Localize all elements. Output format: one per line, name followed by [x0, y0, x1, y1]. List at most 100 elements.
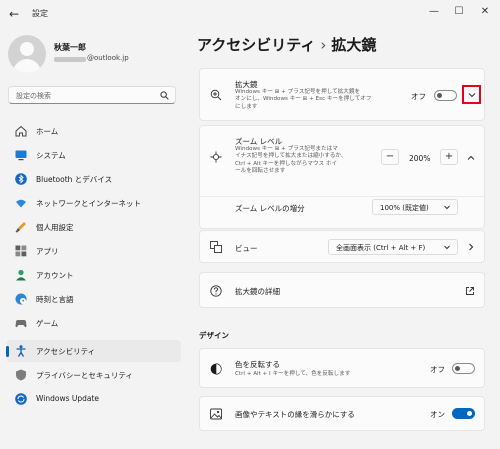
- sidebar-item-label: Bluetooth とデバイス: [36, 175, 113, 184]
- page-title: 拡大鏡: [331, 36, 377, 54]
- magnifier-description: Windows キー ⊞ + プラス記号を押して拡大鏡を オンにし、Window…: [235, 89, 425, 111]
- avatar-body: [13, 59, 41, 73]
- sidebar-item-label: 個人用設定: [36, 223, 74, 232]
- chevron-up-icon[interactable]: [466, 153, 476, 163]
- chevron-right-icon: [469, 243, 474, 251]
- close-button[interactable]: ✕: [476, 4, 494, 20]
- invert-colors-description: Ctrl + Alt + I キーを押して、色を反転します: [235, 371, 351, 377]
- magnifier-state: オフ: [411, 92, 426, 101]
- view-windows-icon: [210, 241, 222, 253]
- chevron-down-icon: [444, 245, 450, 250]
- sidebar-item-windows-update[interactable]: Windows Update: [6, 388, 181, 410]
- zoom-in-icon: [210, 89, 222, 101]
- avatar[interactable]: [8, 35, 46, 73]
- search-icon: [160, 91, 169, 100]
- zoom-in-button[interactable]: +: [440, 149, 458, 165]
- sidebar-item-apps[interactable]: アプリ: [6, 240, 181, 262]
- toggle-knob: [455, 366, 460, 371]
- sidebar-item-label: 時刻と言語: [36, 295, 74, 304]
- sidebar-item-time-language[interactable]: 時刻と言語: [6, 288, 181, 310]
- zoom-increment-dropdown[interactable]: 100% (既定値): [372, 199, 458, 215]
- apps-icon: [15, 245, 27, 257]
- title-bar: ← 設定 — ☐ ✕: [0, 0, 500, 28]
- zoom-out-button[interactable]: −: [381, 149, 399, 165]
- magnifier-details-title: 拡大鏡の詳細: [235, 287, 280, 296]
- external-link-icon: [466, 287, 474, 295]
- sidebar-item-label: Windows Update: [36, 394, 100, 403]
- sidebar-item-home[interactable]: ホーム: [6, 120, 181, 142]
- view-title: ビュー: [235, 244, 258, 253]
- sidebar-item-accessibility[interactable]: アクセシビリティ: [6, 340, 181, 362]
- sidebar-item-gaming[interactable]: ゲーム: [6, 312, 181, 334]
- sidebar-item-network[interactable]: ネットワークとインターネット: [6, 192, 181, 214]
- home-icon: [15, 125, 27, 137]
- zoom-increment-value: 100% (既定値): [380, 204, 429, 212]
- invert-colors-title: 色を反転する: [235, 360, 280, 369]
- zoom-level-card: ズーム レベル Windows キー ⊞ + プラス記号またはマ イナス記号を押…: [199, 125, 485, 229]
- help-icon: [210, 285, 222, 297]
- toggle-knob: [467, 411, 472, 416]
- magnifier-desc-line: にします: [235, 103, 258, 110]
- sidebar-item-privacy[interactable]: プライバシーとセキュリティ: [6, 364, 181, 386]
- accessibility-icon: [16, 345, 26, 357]
- breadcrumb-separator: ›: [320, 36, 327, 54]
- zoom-desc-line: イナス記号を押して拡大または縮小するか、: [235, 153, 347, 160]
- globe-clock-icon: [15, 293, 27, 305]
- chevron-down-icon[interactable]: [467, 90, 477, 100]
- sidebar-item-label: ネットワークとインターネット: [36, 199, 141, 208]
- magnifier-card: 拡大鏡 Windows キー ⊞ + プラス記号を押して拡大鏡を オンにし、Wi…: [199, 68, 485, 121]
- move-icon: [210, 151, 222, 163]
- chevron-down-icon: [444, 205, 450, 210]
- brush-icon: [15, 222, 26, 233]
- sidebar-item-label: ホーム: [36, 127, 59, 136]
- view-card[interactable]: ビュー 全画面表示 (Ctrl + Alt + F): [199, 230, 485, 263]
- zoom-desc-line: ールを回転させます: [235, 168, 286, 175]
- avatar-head: [20, 42, 34, 56]
- breadcrumb: アクセシビリティ › 拡大鏡: [197, 34, 376, 55]
- user-email-redacted: [54, 57, 86, 62]
- zoom-level-value: 200%: [409, 154, 431, 163]
- user-email-domain: @outlook.jp: [87, 54, 129, 62]
- smooth-edges-toggle[interactable]: [452, 408, 475, 419]
- invert-colors-state: オフ: [430, 365, 445, 374]
- update-icon: [15, 393, 27, 405]
- sidebar-item-label: アプリ: [36, 247, 59, 256]
- smooth-edges-title: 画像やテキストの縁を滑らかにする: [235, 410, 355, 419]
- invert-colors-toggle[interactable]: [452, 363, 475, 374]
- search-input[interactable]: 設定の検索: [8, 86, 176, 104]
- image-icon: [210, 408, 222, 420]
- sidebar-item-personalization[interactable]: 個人用設定: [6, 216, 181, 238]
- sidebar-item-label: アクセシビリティ: [36, 347, 96, 356]
- minimize-button[interactable]: —: [425, 4, 443, 20]
- maximize-button[interactable]: ☐: [450, 4, 468, 20]
- color-invert-icon: [210, 363, 222, 375]
- sidebar-item-bluetooth[interactable]: Bluetooth とデバイス: [6, 168, 181, 190]
- zoom-increment-label: ズーム レベルの増分: [235, 204, 305, 213]
- back-arrow-icon[interactable]: ←: [6, 6, 22, 22]
- sidebar-item-system[interactable]: システム: [6, 144, 181, 166]
- smooth-edges-card: 画像やテキストの縁を滑らかにする オン: [199, 396, 485, 431]
- design-section-heading: デザイン: [199, 331, 229, 340]
- wifi-icon: [16, 199, 26, 208]
- account-icon: [16, 269, 26, 281]
- toggle-knob: [437, 93, 442, 98]
- invert-colors-card: 色を反転する Ctrl + Alt + I キーを押して、色を反転します オフ: [199, 348, 485, 388]
- magnifier-toggle[interactable]: [434, 90, 457, 101]
- window-title: 設定: [32, 9, 48, 18]
- sidebar-item-label: アカウント: [36, 271, 74, 280]
- view-mode-dropdown[interactable]: 全画面表示 (Ctrl + Alt + F): [328, 239, 458, 255]
- magnifier-details-card[interactable]: 拡大鏡の詳細: [199, 272, 485, 308]
- gamepad-icon: [15, 320, 27, 328]
- sidebar-item-label: ゲーム: [36, 319, 59, 328]
- search-placeholder: 設定の検索: [16, 92, 51, 100]
- active-indicator: [6, 346, 9, 357]
- sidebar-item-accounts[interactable]: アカウント: [6, 264, 181, 286]
- smooth-edges-state: オン: [430, 410, 445, 419]
- sidebar-item-label: プライバシーとセキュリティ: [36, 371, 133, 380]
- zoom-level-description: Windows キー ⊞ + プラス記号またはマ イナス記号を押して拡大または縮…: [235, 146, 385, 176]
- magnifier-desc-line: オンにし、Windows キー ⊞ + Esc キーを押してオフ: [235, 96, 372, 103]
- sidebar-item-label: システム: [36, 151, 66, 160]
- breadcrumb-parent[interactable]: アクセシビリティ: [197, 36, 315, 54]
- user-name: 秋葉一郎: [54, 43, 86, 52]
- bluetooth-icon: [15, 173, 27, 185]
